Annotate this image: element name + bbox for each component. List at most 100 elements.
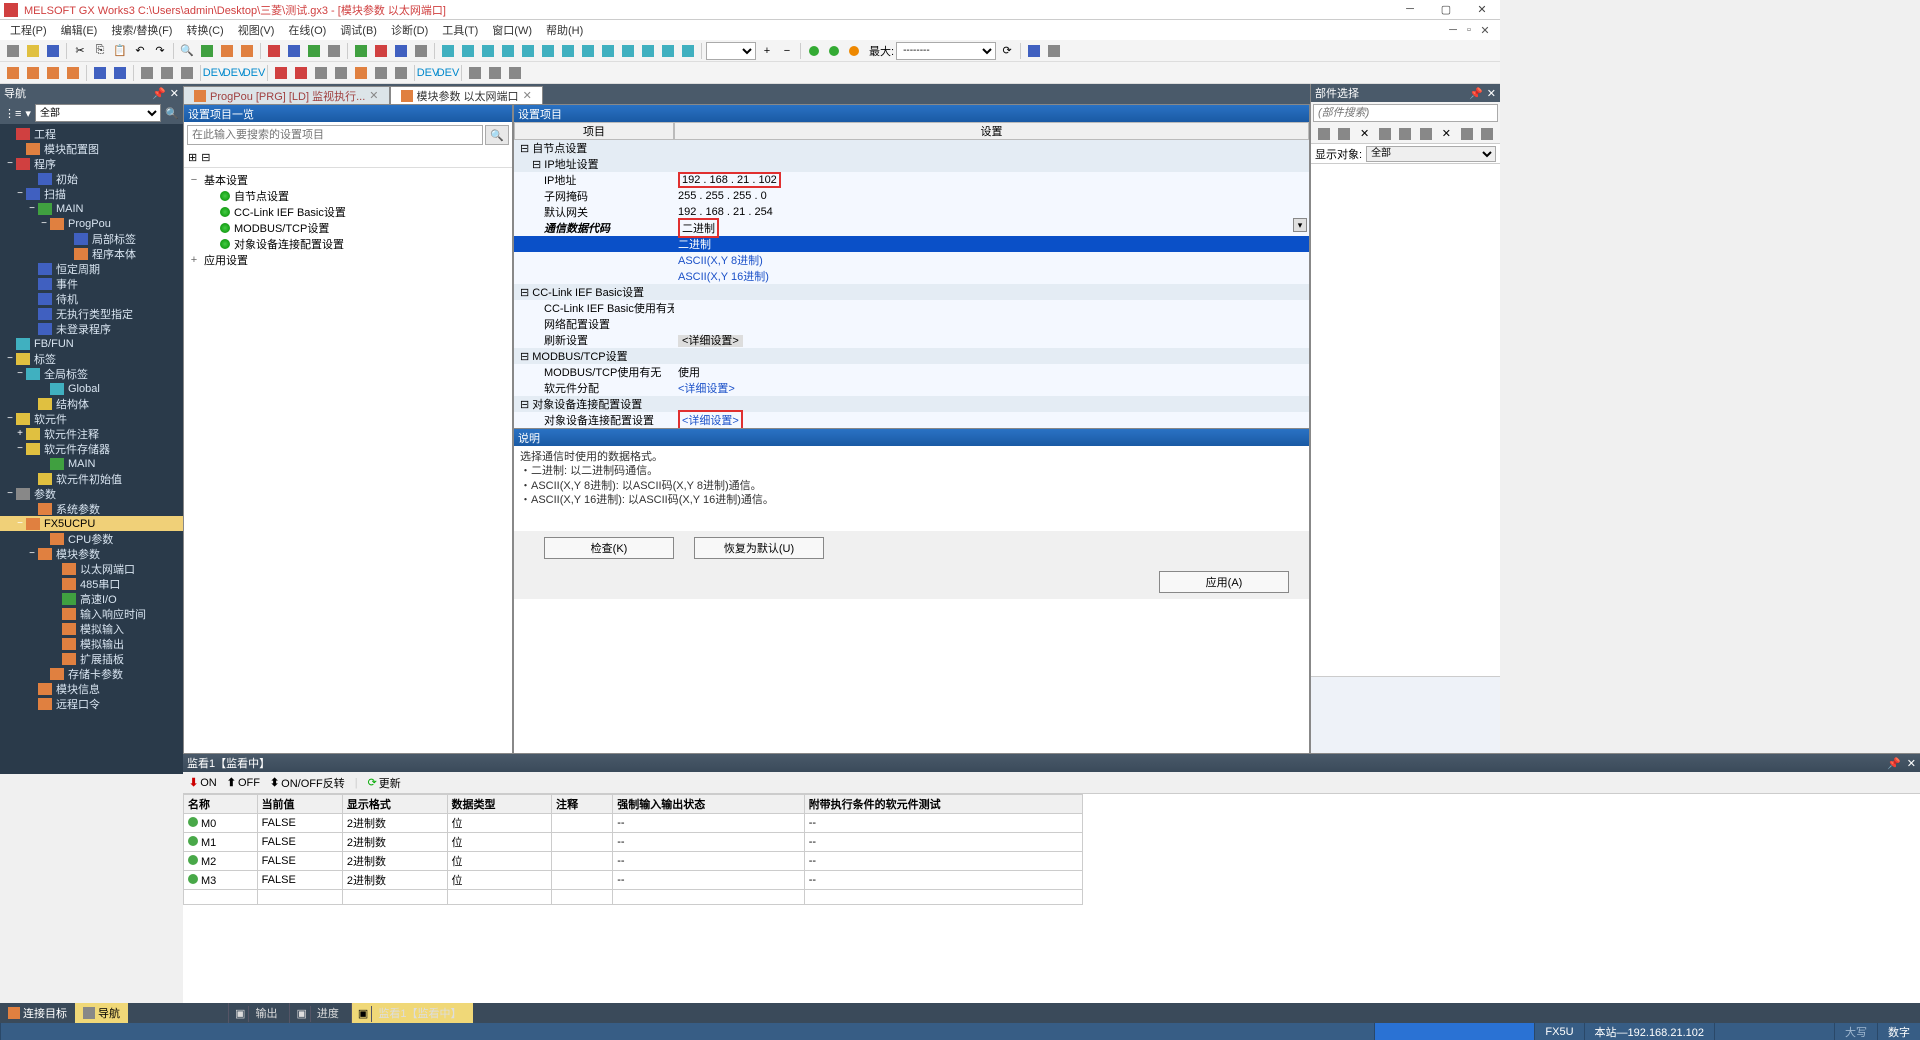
t2-k-icon[interactable] [292, 64, 310, 82]
parts-search-input[interactable] [1313, 104, 1498, 122]
nav-item[interactable]: 模拟输出 [0, 636, 183, 651]
minimize-button[interactable]: ─ [1392, 3, 1428, 16]
grid-row[interactable]: ASCII(X,Y 16进制) [514, 268, 1309, 284]
bt-watch1[interactable]: ▣ 监看1【监看中】 [351, 1003, 474, 1023]
t2-q-icon[interactable] [466, 64, 484, 82]
watch-update-button[interactable]: ⟳更新 [368, 775, 401, 791]
watch-table[interactable]: 名称当前值显示格式数据类型注释强制输入输出状态附带执行条件的软元件测试 M0FA… [183, 794, 1920, 1003]
watch-on-button[interactable]: ⬇ON [189, 776, 217, 789]
settings-search-input[interactable] [187, 125, 483, 145]
tb-c-icon[interactable] [479, 42, 497, 60]
nav-item[interactable]: 结构体 [0, 396, 183, 411]
menu-project[interactable]: 工程(P) [10, 22, 47, 38]
grid-row[interactable]: IP地址192 . 168 . 21 . 102 [514, 172, 1309, 188]
status-orange-icon[interactable] [845, 42, 863, 60]
watch-col-header[interactable]: 当前值 [257, 795, 342, 814]
bt-connect[interactable]: 连接目标 [0, 1003, 75, 1023]
nav-item[interactable]: Global [0, 381, 183, 396]
nav-item[interactable]: 输入响应时间 [0, 606, 183, 621]
nav-item[interactable]: 系统参数 [0, 501, 183, 516]
help-icon[interactable] [1025, 42, 1043, 60]
tb-f-icon[interactable] [539, 42, 557, 60]
watch-col-header[interactable]: 显示格式 [342, 795, 447, 814]
t2-l-icon[interactable] [312, 64, 330, 82]
dropdown-arrow-icon[interactable]: ▾ [1293, 218, 1307, 232]
remote-icon[interactable] [325, 42, 343, 60]
watch-row[interactable]: M0FALSE2进制数位---- [184, 814, 1083, 833]
check-button[interactable]: 检查(K) [544, 537, 674, 559]
refresh-icon[interactable]: ⟳ [998, 42, 1016, 60]
watch-col-header[interactable]: 附带执行条件的软元件测试 [804, 795, 1082, 814]
tb-j-icon[interactable] [619, 42, 637, 60]
nav-item[interactable]: −标签 [0, 351, 183, 366]
collapse-all-icon[interactable]: ⊟ [201, 151, 210, 164]
tb-k-icon[interactable] [639, 42, 657, 60]
mdi-minimize-button[interactable]: ─ [1446, 24, 1460, 37]
settings-tree-item[interactable]: −基本设置 [188, 172, 508, 188]
nav-filter-combo[interactable]: 全部 [35, 104, 161, 122]
grid-row[interactable]: ⊟ MODBUS/TCP设置 [514, 348, 1309, 364]
grid-row[interactable]: 网络配置设置 [514, 316, 1309, 332]
t2-dev5-icon[interactable]: DEV [439, 64, 457, 82]
tab-progpou[interactable]: ProgPou [PRG] [LD] 监视执行... ✕ [183, 86, 390, 104]
nav-item[interactable]: 恒定周期 [0, 261, 183, 276]
t2-c-icon[interactable] [44, 64, 62, 82]
tb-e-icon[interactable] [519, 42, 537, 60]
parts-close-icon[interactable]: ✕ [1487, 87, 1496, 100]
restore-defaults-button[interactable]: 恢复为默认(U) [694, 537, 824, 559]
parts-ico-h[interactable] [1458, 125, 1475, 143]
nav-item[interactable]: −参数 [0, 486, 183, 501]
status-green2-icon[interactable] [825, 42, 843, 60]
apply-button[interactable]: 应用(A) [1159, 571, 1289, 593]
about-icon[interactable] [1045, 42, 1063, 60]
nav-item[interactable]: −软元件存储器 [0, 441, 183, 456]
new-icon[interactable] [4, 42, 22, 60]
parts-ico-f[interactable] [1417, 125, 1434, 143]
nav-item[interactable]: −MAIN [0, 201, 183, 216]
copy-icon[interactable]: ⎘ [91, 42, 109, 60]
watch-row[interactable]: M1FALSE2进制数位---- [184, 833, 1083, 852]
write-plc-icon[interactable] [265, 42, 283, 60]
grid-row[interactable]: ⊟ 自节点设置 [514, 140, 1309, 156]
parts-ico-a[interactable] [1315, 125, 1332, 143]
monitor-mode-icon[interactable] [392, 42, 410, 60]
nav-item[interactable]: 模块信息 [0, 681, 183, 696]
t2-b-icon[interactable] [24, 64, 42, 82]
settings-tree-item[interactable]: 自节点设置 [188, 188, 508, 204]
tb-g-icon[interactable] [559, 42, 577, 60]
t2-dev2-icon[interactable]: DEV [225, 64, 243, 82]
nav-item[interactable]: 扩展插板 [0, 651, 183, 666]
watch-pin-icon[interactable]: 📌 [1887, 757, 1901, 770]
max-combo[interactable]: -------- [896, 42, 996, 60]
nav-item[interactable]: FB/FUN [0, 336, 183, 351]
menu-window[interactable]: 窗口(W) [492, 22, 532, 38]
maximize-button[interactable]: ▢ [1428, 3, 1464, 16]
nav-item[interactable]: −软元件 [0, 411, 183, 426]
grid-row[interactable]: 对象设备连接配置设置<详细设置> [514, 412, 1309, 428]
nav-item[interactable]: 初始 [0, 171, 183, 186]
nav-item[interactable]: 存储卡参数 [0, 666, 183, 681]
menu-edit[interactable]: 编辑(E) [61, 22, 98, 38]
tb-l-icon[interactable] [659, 42, 677, 60]
expand-all-icon[interactable]: ⊞ [188, 151, 197, 164]
nav-item[interactable]: −程序 [0, 156, 183, 171]
nav-item[interactable]: 局部标签 [0, 231, 183, 246]
grid-row[interactable]: 通信数据代码二进制▾ [514, 220, 1309, 236]
t2-d-icon[interactable] [64, 64, 82, 82]
menu-convert[interactable]: 转换(C) [186, 22, 223, 38]
open-icon[interactable] [24, 42, 42, 60]
redo-icon[interactable]: ↷ [151, 42, 169, 60]
t2-s-icon[interactable] [506, 64, 524, 82]
parts-ico-e[interactable] [1397, 125, 1414, 143]
nav-item[interactable]: 软元件初始值 [0, 471, 183, 486]
tab-module-params[interactable]: 模块参数 以太网端口 ✕ [390, 86, 543, 104]
menu-online[interactable]: 在线(O) [288, 22, 326, 38]
monitor-stop-icon[interactable] [372, 42, 390, 60]
grid-row[interactable]: 二进制 [514, 236, 1309, 252]
watch-off-button[interactable]: ⬆OFF [227, 776, 260, 789]
grid-row[interactable]: CC-Link IEF Basic使用有无 [514, 300, 1309, 316]
menu-debug[interactable]: 调试(B) [340, 22, 377, 38]
parts-pin-icon[interactable]: 📌 [1469, 87, 1483, 100]
nav-filter-icon[interactable]: ▾ [25, 107, 31, 120]
nav-item[interactable]: 模拟输入 [0, 621, 183, 636]
